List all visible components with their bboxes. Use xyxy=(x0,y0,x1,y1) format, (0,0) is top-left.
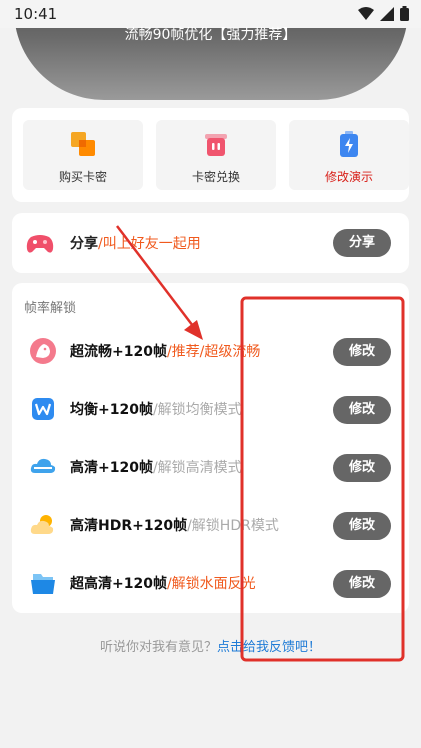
buy-card-key-label: 购买卡密 xyxy=(58,170,107,184)
share-card: 分享/叫上好友一起用 分享 xyxy=(12,213,409,273)
share-button[interactable]: 分享 xyxy=(333,229,391,257)
list-item-subtitle: /解锁HDR模式 xyxy=(187,518,279,534)
buy-card-key-button[interactable]: 购买卡密 xyxy=(23,120,143,190)
list-item-ultra-hd: 超高清+120帧/解锁水面反光 修改 xyxy=(12,555,409,613)
status-icons xyxy=(358,6,409,21)
list-item-hdr: 高清HDR+120帧/解锁HDR模式 修改 xyxy=(12,497,409,555)
share-title: 分享/叫上好友一起用 xyxy=(70,233,201,253)
list-item-balanced: 均衡+120帧/解锁均衡模式 修改 xyxy=(12,381,409,439)
list-item-text: 超流畅+120帧/推荐/超级流畅 xyxy=(70,341,260,361)
w-icon xyxy=(32,398,54,420)
modify-button[interactable]: 修改 xyxy=(333,454,391,482)
feedback-link[interactable]: 点击给我反馈吧！ xyxy=(217,640,321,655)
list-item-title: 超流畅+120帧 xyxy=(70,344,167,360)
modify-demo-button[interactable]: 修改演示 xyxy=(289,120,409,190)
folder-icon xyxy=(31,574,55,594)
bird-icon xyxy=(30,338,56,364)
list-item-title: 超高清+120帧 xyxy=(70,576,167,592)
gamepad-icon xyxy=(26,235,54,253)
modify-button[interactable]: 修改 xyxy=(333,338,391,366)
list-item-title: 高清HDR+120帧 xyxy=(70,518,188,534)
section-title: 帧率解锁 xyxy=(24,301,77,316)
list-item-text: 高清HDR+120帧/解锁HDR模式 xyxy=(70,515,279,535)
feedback-footer: 听说你对我有意见？点击给我反馈吧！ xyxy=(0,636,421,655)
modify-button[interactable]: 修改 xyxy=(333,512,391,540)
battery-icon xyxy=(400,6,409,21)
share-title-text: 分享 xyxy=(70,236,98,252)
footer-text: 听说你对我有意见？ xyxy=(99,640,217,655)
hero-title: 流畅90帧优化【强力推荐】 xyxy=(124,27,297,43)
list-item-hd: 高清+120帧/解锁高清模式 修改 xyxy=(12,439,409,497)
list-item-subtitle: /解锁高清模式 xyxy=(152,460,242,476)
cards-icon xyxy=(71,132,95,156)
list-item-title: 均衡+120帧 xyxy=(70,402,153,418)
redeem-card-key-label: 卡密兑换 xyxy=(191,170,240,184)
wifi-icon xyxy=(358,6,374,20)
redeem-card-key-button[interactable]: 卡密兑换 xyxy=(156,120,276,190)
list-item-title: 高清+120帧 xyxy=(70,460,153,476)
list-item-text: 高清+120帧/解锁高清模式 xyxy=(70,457,242,477)
cloud-blue-icon xyxy=(30,458,56,473)
cloud-orange-icon xyxy=(30,515,54,534)
list-item-subtitle: /推荐/超级流畅 xyxy=(166,344,261,360)
list-item-ultra-smooth: 超流畅+120帧/推荐/超级流畅 修改 xyxy=(12,323,409,381)
exchange-icon xyxy=(205,134,227,156)
modify-button[interactable]: 修改 xyxy=(333,396,391,424)
list-item-subtitle: /解锁均衡模式 xyxy=(152,402,242,418)
modify-button[interactable]: 修改 xyxy=(333,570,391,598)
quick-actions-card: 购买卡密 卡密兑换 修改演示 xyxy=(12,108,409,202)
status-time: 10:41 xyxy=(14,5,58,23)
modify-demo-label: 修改演示 xyxy=(324,170,373,184)
battery-bolt-icon xyxy=(340,131,358,157)
signal-icon xyxy=(380,6,394,21)
frame-rate-unlock-card: 帧率解锁 超流畅+120帧/推荐/超级流畅 修改 均衡+120帧/解锁均衡模式 … xyxy=(12,283,409,613)
list-item-text: 超高清+120帧/解锁水面反光 xyxy=(70,573,256,593)
list-item-text: 均衡+120帧/解锁均衡模式 xyxy=(70,399,242,419)
share-subtitle: /叫上好友一起用 xyxy=(98,236,201,252)
list-item-subtitle: /解锁水面反光 xyxy=(166,576,256,592)
